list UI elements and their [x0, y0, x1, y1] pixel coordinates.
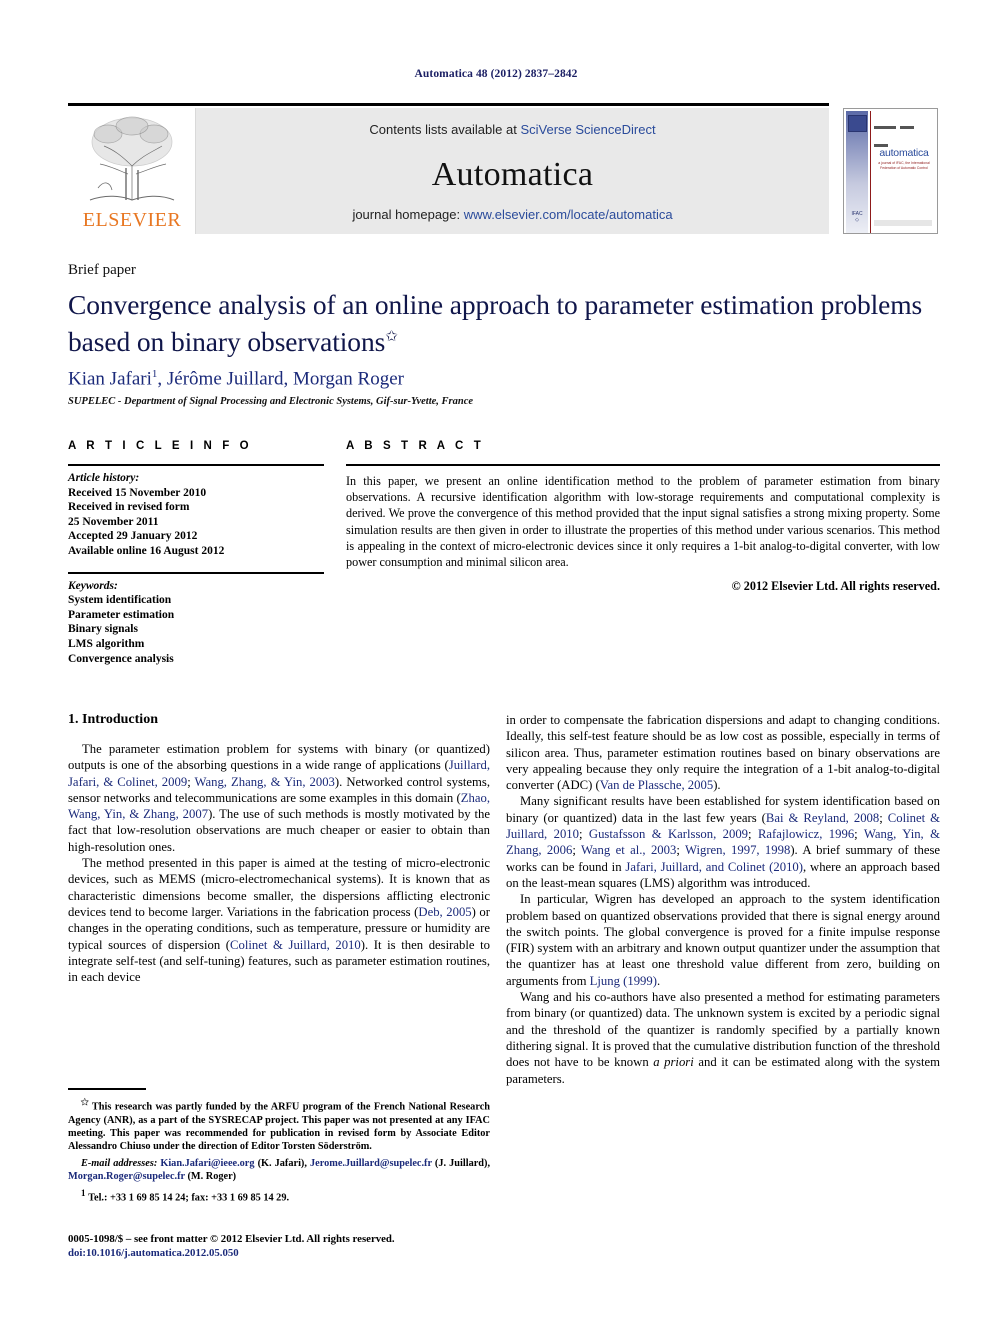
paragraph: In particular, Wigren has developed an a…	[506, 892, 940, 988]
cover-brand-title: automatica	[879, 147, 929, 159]
keyword-4: Convergence analysis	[68, 652, 174, 665]
colophon: 0005-1098/$ – see front matter © 2012 El…	[68, 1232, 538, 1260]
footnote-telephone-text: Tel.: +33 1 69 85 14 24; fax: +33 1 69 8…	[88, 1192, 290, 1204]
section-heading-introduction: 1. Introduction	[68, 712, 158, 727]
elsevier-tree-icon	[89, 116, 175, 201]
article-info-rule-mid	[68, 571, 324, 574]
article-info-rule-top	[68, 464, 324, 466]
citation-link[interactable]: Rafajlowicz, 1996	[758, 827, 854, 841]
citation-link[interactable]: Wang et al., 2003	[581, 843, 676, 857]
journal-cover-thumbnail: automatica a journal of IFAC, the Intern…	[843, 108, 938, 234]
email-owner-1: (K. Jafari)	[257, 1158, 305, 1170]
email-owner-3: (M. Roger)	[187, 1171, 237, 1183]
journal-title: Automatica	[431, 156, 594, 193]
cover-header-text-lines	[874, 116, 934, 147]
contents-available-line: Contents lists available at SciVerse Sci…	[196, 122, 829, 137]
citation-link[interactable]: Wang, Zhang, & Yin, 2003	[195, 775, 335, 789]
author-name-1[interactable]: Kian Jafari	[68, 368, 152, 389]
elsevier-wordmark: ELSEVIER	[82, 209, 182, 231]
cover-footer-band	[874, 220, 932, 226]
citation-link[interactable]: Zhao, Wang, Yin, & Zhang, 2007	[68, 791, 490, 821]
journal-masthead: ELSEVIER Contents lists available at Sci…	[68, 108, 829, 234]
history-item-4: Available online 16 August 2012	[68, 544, 225, 557]
citation-link[interactable]: Colinet & Juillard, 2010	[230, 938, 361, 952]
issn-copyright-line: 0005-1098/$ – see front matter © 2012 El…	[68, 1233, 395, 1245]
elsevier-logo: ELSEVIER	[68, 108, 196, 234]
abstract-column: A B S T R A C T In this paper, we presen…	[346, 440, 940, 594]
author-name-3[interactable]: Morgan Roger	[293, 368, 404, 389]
paper-page: Automatica 48 (2012) 2837–2842 ELSEVIER	[0, 0, 992, 1323]
citation-link[interactable]: Gustafsson & Karlsson, 2009	[589, 827, 748, 841]
article-info-heading: A R T I C L E I N F O	[68, 440, 253, 452]
abstract-rule-top	[346, 464, 940, 466]
cover-publisher-mark-icon	[848, 115, 867, 132]
article-history-block: Article history: Received 15 November 20…	[68, 471, 324, 559]
citation-link[interactable]: Van de Plassche, 2005	[600, 778, 713, 792]
keyword-0: System identification	[68, 594, 172, 607]
keywords-block: Keywords: System identification Paramete…	[68, 579, 324, 667]
info-abstract-band: A R T I C L E I N F O Article history: R…	[68, 440, 940, 670]
keywords-label: Keywords:	[68, 579, 118, 592]
sciencedirect-link[interactable]: SciVerse ScienceDirect	[520, 122, 655, 137]
abstract-copyright: © 2012 Elsevier Ltd. All rights reserved…	[731, 579, 940, 594]
keyword-3: LMS algorithm	[68, 637, 145, 650]
author-name-2[interactable]: Jérôme Juillard	[167, 368, 284, 389]
running-head: Automatica 48 (2012) 2837–2842	[414, 68, 578, 80]
citation-link[interactable]: Wigren, 1997, 1998	[685, 843, 790, 857]
article-info-column: A R T I C L E I N F O Article history: R…	[68, 440, 324, 666]
journal-homepage-link[interactable]: www.elsevier.com/locate/automatica	[464, 207, 673, 222]
citation-link[interactable]: Ljung (1999)	[590, 974, 657, 988]
footnote-funding-text: This research was partly funded by the A…	[68, 1101, 490, 1153]
article-title-text: Convergence analysis of an online approa…	[68, 289, 923, 358]
citation-link[interactable]: Deb, 2005	[418, 905, 471, 919]
body-column-left: 1. Introduction The parameter estimation…	[68, 712, 490, 985]
history-item-0: Received 15 November 2010	[68, 486, 207, 499]
keyword-1: Parameter estimation	[68, 608, 175, 621]
abstract-heading: A B S T R A C T	[346, 440, 485, 452]
email-owner-2: (J. Juillard)	[434, 1158, 488, 1170]
keyword-2: Binary signals	[68, 623, 138, 636]
footnote-telephone: 1 Tel.: +33 1 69 85 14 24; fax: +33 1 69…	[68, 1187, 490, 1205]
masthead-top-rule	[68, 103, 829, 106]
email-address-1[interactable]: Kian.Jafari@ieee.org	[160, 1158, 254, 1169]
cover-subtitle: a journal of IFAC, the International Fede…	[878, 161, 930, 170]
footnote-block: ✩ This research was partly funded by the…	[68, 1096, 490, 1204]
email-addresses-label: E-mail addresses:	[81, 1158, 158, 1170]
journal-homepage-line: journal homepage: www.elsevier.com/locat…	[196, 207, 829, 222]
footnote-emails: E-mail addresses: Kian.Jafari@ieee.org (…	[68, 1158, 491, 1183]
footnote-funding: ✩ This research was partly funded by the…	[68, 1096, 490, 1153]
email-address-3[interactable]: Morgan.Roger@supelec.fr	[68, 1171, 185, 1182]
article-history-label: Article history:	[68, 472, 140, 484]
citation-link[interactable]: Jafari, Juillard, and Colinet (2010)	[625, 860, 803, 874]
email-address-2[interactable]: Jerome.Juillard@supelec.fr	[310, 1158, 432, 1169]
paragraph: in order to compensate the fabrication d…	[506, 713, 940, 793]
history-item-2: 25 November 2011	[68, 515, 159, 528]
paragraph: The parameter estimation problem for sys…	[68, 742, 491, 854]
title-footnote-marker: ✩	[385, 329, 398, 345]
cover-ifac-logo-icon: IFAC ◇	[851, 211, 863, 223]
footnote-star-marker: ✩	[81, 1097, 89, 1107]
paragraph: Many significant results have been estab…	[506, 794, 941, 890]
abstract-text: In this paper, we present an online iden…	[346, 474, 940, 570]
cover-vertical-rule	[870, 111, 871, 233]
author-list: Kian Jafari1, Jérôme Juillard, Morgan Ro…	[68, 368, 404, 390]
contents-prefix: Contents lists available at	[369, 122, 521, 137]
body-column-right: in order to compensate the fabrication d…	[506, 712, 940, 1087]
homepage-prefix: journal homepage:	[352, 207, 464, 222]
paragraph: The method presented in this paper is ai…	[68, 856, 491, 985]
article-type-label: Brief paper	[68, 262, 136, 278]
doi-link[interactable]: doi:10.1016/j.automatica.2012.05.050	[68, 1246, 538, 1260]
masthead-center: Contents lists available at SciVerse Sci…	[196, 108, 829, 234]
footnote-separator-rule	[68, 1088, 146, 1090]
author-affiliation: SUPELEC - Department of Signal Processin…	[68, 396, 474, 407]
page-title: Convergence analysis of an online approa…	[68, 288, 940, 358]
citation-link[interactable]: Bai & Reyland, 2008	[766, 811, 879, 825]
history-item-1: Received in revised form	[68, 501, 190, 514]
footnote-number-marker: 1	[81, 1187, 86, 1198]
history-item-3: Accepted 29 January 2012	[68, 530, 198, 543]
paragraph: Wang and his co-authors have also presen…	[506, 990, 940, 1086]
author-footnote-marker-1: 1	[151, 368, 158, 380]
